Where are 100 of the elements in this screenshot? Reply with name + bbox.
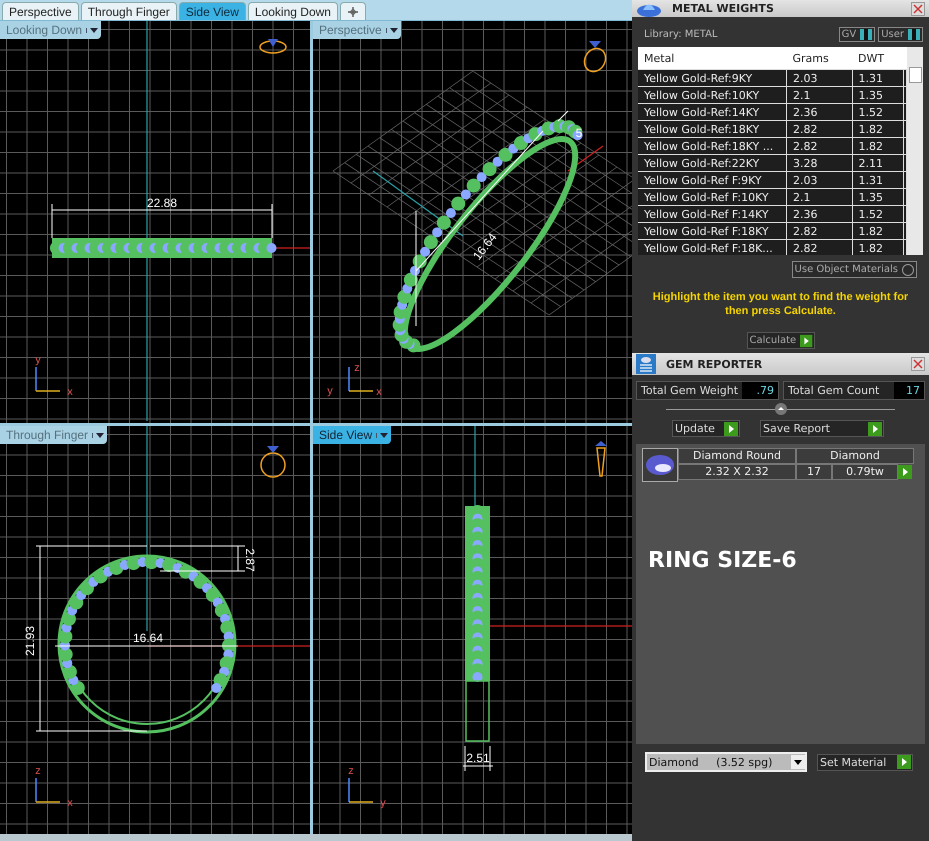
table-cell: 2.32 X 2.32 (678, 464, 796, 480)
table-cell[interactable]: 1.35 (852, 188, 904, 206)
viewport-grid[interactable]: Side View 2.51 z y (313, 426, 632, 834)
view-menu[interactable]: Side View (313, 426, 392, 444)
table-cell[interactable]: 1.31 (852, 70, 904, 86)
axis-label: y (380, 797, 386, 809)
table-cell[interactable]: 2.11 (852, 154, 904, 172)
table-cell[interactable]: 2.82 (786, 240, 852, 255)
axis-label: y (35, 354, 41, 366)
table-cell[interactable]: 2.03 (786, 172, 852, 188)
view-tab[interactable]: Looking Down (248, 2, 338, 20)
table-cell[interactable]: 1.52 (852, 104, 904, 120)
dimension-label: 16.64 (132, 631, 164, 645)
dimension-line (462, 746, 494, 772)
view-tab[interactable]: Through Finger (80, 2, 177, 20)
axis-label: z (348, 765, 354, 777)
caret-icon (92, 432, 104, 438)
play-icon (898, 465, 912, 479)
table-cell[interactable]: Yellow Gold-Ref F:9KY (638, 172, 786, 188)
column-header[interactable]: Grams (786, 47, 852, 70)
axis-label: x (67, 386, 73, 398)
total-value: 17 (894, 382, 924, 399)
axis-icon (35, 367, 60, 392)
save-report-button[interactable]: Save Report (760, 420, 884, 437)
close-button[interactable] (911, 2, 925, 16)
instruction-text: Highlight the item you want to find the weight for then press Calculate. (652, 290, 910, 318)
caret-icon (86, 28, 98, 32)
column-header[interactable]: DWT (852, 47, 904, 70)
axis-label: x (376, 386, 382, 398)
total-label: Total Gem Count (787, 384, 880, 397)
table-cell[interactable]: Yellow Gold-Ref F:14KY (638, 206, 786, 222)
panel-title: GEM REPORTER (666, 358, 764, 370)
total-label: Total Gem Weight (640, 384, 740, 397)
play-icon (868, 422, 882, 436)
table-cell[interactable]: 3.28 (786, 154, 852, 172)
viewport-grid[interactable]: Looking Down 22.88 y x (0, 21, 310, 423)
table-cell: Diamond Round (678, 448, 796, 464)
table-cell[interactable]: Yellow Gold-Ref F:18KY (638, 222, 786, 240)
axis-icon (348, 778, 373, 803)
axis-label: z (35, 765, 41, 777)
add-tab-button[interactable] (340, 2, 366, 20)
table-cell[interactable]: 1.35 (852, 86, 904, 104)
dimension-label: 22.88 (146, 196, 178, 210)
material-dropdown[interactable]: Diamond (3.52 spg) (645, 752, 807, 772)
caret-icon (376, 432, 388, 438)
dimension-label: 21.93 (23, 626, 37, 656)
play-icon (897, 755, 911, 769)
table-cell[interactable]: Yellow Gold-Ref:18KY (638, 120, 786, 138)
total-value: .79 (742, 382, 778, 399)
axis-label: y (327, 385, 333, 397)
table-cell[interactable]: Yellow Gold-Ref:14KY (638, 104, 786, 120)
table-cell[interactable]: 1.31 (852, 172, 904, 188)
table-cell[interactable]: 2.36 (786, 206, 852, 222)
table-cell[interactable]: 2.36 (786, 104, 852, 120)
play-icon (724, 422, 738, 436)
table-cell[interactable]: Yellow Gold-Ref:18KY ... (638, 138, 786, 154)
table-cell[interactable]: Yellow Gold-Ref:10KY (638, 86, 786, 104)
table-cell[interactable]: 1.82 (852, 240, 904, 255)
details-button[interactable] (898, 464, 914, 480)
scrollbar[interactable] (907, 47, 923, 255)
table-cell[interactable]: Yellow Gold-Ref:9KY (638, 70, 786, 86)
table-cell: Diamond (796, 448, 914, 464)
table-cell[interactable]: Yellow Gold-Ref:22KY (638, 154, 786, 172)
table-cell[interactable]: 1.52 (852, 206, 904, 222)
table-cell[interactable]: 2.82 (786, 120, 852, 138)
table-cell: 0.79tw (832, 464, 898, 480)
dimension-label: 2.87 (243, 548, 257, 572)
toggle-button[interactable]: GV (838, 26, 876, 42)
dimension-label: 5 (576, 126, 582, 140)
close-icon (913, 359, 923, 369)
plus-icon (346, 6, 359, 18)
table-cell[interactable]: 2.82 (786, 138, 852, 154)
table-cell[interactable]: 2.1 (786, 188, 852, 206)
update-button[interactable]: Update (672, 420, 740, 437)
close-icon (913, 4, 923, 14)
column-header[interactable]: Metal (638, 47, 786, 70)
ring-size-note: RING SIZE-6 (647, 548, 798, 573)
view-tab[interactable]: Perspective (2, 2, 79, 20)
table-cell[interactable]: 2.1 (786, 86, 852, 104)
set-material-button[interactable]: Set Material (817, 754, 913, 770)
axis-icon (35, 778, 60, 803)
table-cell[interactable]: 1.82 (852, 222, 904, 240)
dimension-label: 2.51 (466, 751, 490, 765)
table-cell[interactable]: 1.82 (852, 120, 904, 138)
close-button[interactable] (911, 357, 925, 371)
axis-icon (348, 367, 373, 392)
table-cell[interactable]: Yellow Gold-Ref F:18K... (638, 240, 786, 255)
table-cell[interactable]: 1.82 (852, 138, 904, 154)
table-cell[interactable]: 2.03 (786, 70, 852, 86)
axis-line (568, 146, 604, 172)
collapse-handle-icon (774, 403, 788, 415)
panel-title: METAL WEIGHTS (672, 2, 775, 15)
calculate-button[interactable]: Calculate (746, 332, 814, 349)
use-object-materials-toggle[interactable]: Use Object Materials (792, 261, 917, 278)
viewport-grid[interactable]: Through Finger 2.87 21.93 16.64 z x (0, 426, 310, 834)
toggle-button[interactable]: User (878, 26, 923, 42)
gem-icon (645, 454, 675, 476)
view-tab[interactable]: Side View (178, 2, 246, 20)
table-cell[interactable]: 2.82 (786, 222, 852, 240)
table-cell[interactable]: Yellow Gold-Ref F:10KY (638, 188, 786, 206)
